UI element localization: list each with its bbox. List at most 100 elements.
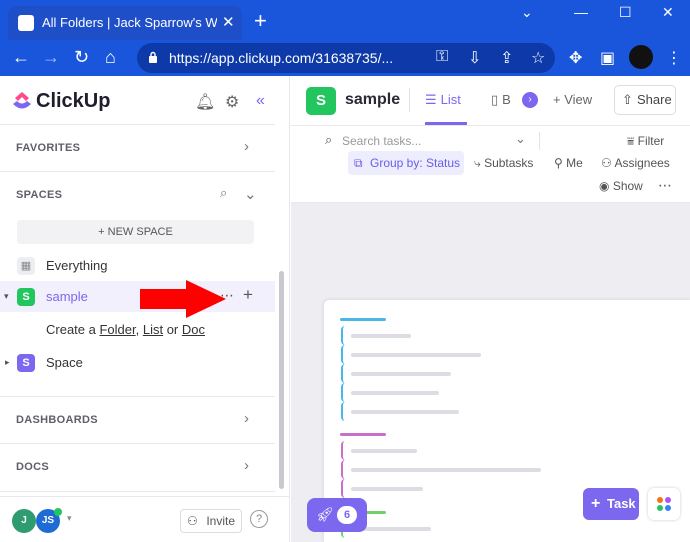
sidebar-item-label: sample xyxy=(46,289,88,304)
table-row xyxy=(341,402,690,421)
maximize-icon[interactable]: ☐ xyxy=(619,4,632,21)
caret-down-icon[interactable]: ▾ xyxy=(4,291,9,302)
tab-label: B xyxy=(502,92,511,107)
subtasks-button[interactable]: ⤷ Subtasks xyxy=(474,156,533,171)
add-view-button[interactable]: + View xyxy=(553,92,592,107)
add-icon: + xyxy=(591,495,601,512)
address-bar[interactable]: https://app.clickup.com/31638735/... xyxy=(137,43,555,73)
key-icon[interactable]: ⚿ xyxy=(436,48,448,66)
show-button[interactable]: ◉ Show xyxy=(599,179,643,193)
lock-icon xyxy=(149,51,157,63)
extensions-icon[interactable]: ✥ xyxy=(569,48,582,68)
profile-avatar[interactable] xyxy=(629,45,653,69)
user-avatar[interactable]: J xyxy=(12,509,36,533)
rocket-button[interactable]: 🚀︎ 6 xyxy=(307,498,367,532)
chrome-menu-icon[interactable]: ⋮ xyxy=(666,48,682,68)
create-prefix: Create a xyxy=(46,322,100,337)
space-avatar: S xyxy=(17,354,35,372)
add-icon[interactable]: + xyxy=(243,285,253,305)
tab-board[interactable]: ▯ B xyxy=(491,92,511,108)
add-task-button[interactable]: + Task xyxy=(583,488,639,520)
sidebar-item-space[interactable]: ▸ S Space xyxy=(0,347,275,378)
create-list-link[interactable]: List xyxy=(143,322,163,337)
users-icon: ⚇ xyxy=(601,156,615,170)
bookmark-star-icon[interactable]: ☆ xyxy=(531,48,545,68)
share-page-icon[interactable]: ⇪ xyxy=(500,48,513,68)
tab-close-icon[interactable]: ✕ xyxy=(222,13,235,31)
invite-button[interactable]: ⚇ Invite xyxy=(180,509,242,533)
gear-icon[interactable]: ⚙ xyxy=(225,92,239,112)
reload-icon[interactable]: ↻ xyxy=(74,47,89,68)
chevron-right-icon: › xyxy=(244,410,249,427)
table-row xyxy=(341,326,690,345)
help-icon[interactable]: ? xyxy=(250,510,268,528)
home-icon[interactable]: ⌂ xyxy=(105,47,116,68)
dashboards-section[interactable]: DASHBOARDS › xyxy=(0,396,275,444)
space-avatar: S xyxy=(17,288,35,306)
more-options-icon[interactable]: ⋯ xyxy=(658,177,672,194)
spaces-section[interactable]: SPACES ⌕ ⌄ xyxy=(0,172,275,220)
search-icon[interactable]: ⌕ xyxy=(220,185,227,201)
back-icon[interactable]: ← xyxy=(12,47,30,68)
tab-search-icon[interactable]: ⌄ xyxy=(521,4,533,21)
space-avatar[interactable]: S xyxy=(306,87,336,115)
share-button[interactable]: ⇧ Share xyxy=(614,85,676,115)
create-folder-link[interactable]: Folder xyxy=(99,322,135,337)
show-label: Show xyxy=(612,179,643,193)
browser-toolbar: ← → ↻ ⌂ https://app.clickup.com/31638735… xyxy=(0,40,690,76)
minimize-icon[interactable]: — xyxy=(574,4,588,20)
create-doc-link[interactable]: Doc xyxy=(182,322,205,337)
table-row xyxy=(341,460,690,479)
board-icon: ▯ xyxy=(491,92,499,107)
browser-tab-title: All Folders | Jack Sparrow's Works xyxy=(42,15,217,30)
share-label: Share xyxy=(637,92,672,107)
rocket-icon: 🚀︎ xyxy=(316,506,334,522)
sidebar-item-label: Everything xyxy=(46,258,108,273)
logo-text: ClickUp xyxy=(36,90,111,112)
apps-button[interactable] xyxy=(648,488,680,520)
table-row xyxy=(341,441,690,460)
group-by-button[interactable]: ⧉ Group by: Status xyxy=(348,151,464,175)
sidebar-item-everything[interactable]: ▦ Everything xyxy=(0,250,275,281)
favorites-section[interactable]: FAVORITES › xyxy=(0,124,275,172)
assignees-button[interactable]: ⚇ Assignees xyxy=(601,156,670,170)
window-close-icon[interactable]: ✕ xyxy=(662,4,674,21)
placeholder-line xyxy=(351,449,417,453)
install-icon[interactable]: ⇩ xyxy=(468,48,481,68)
list-toolbar: ⌕ Search tasks... ⌄ ⩸ Filter ⧉ Group by:… xyxy=(291,126,690,203)
sidebar-scrollbar[interactable] xyxy=(279,271,284,489)
new-space-button[interactable]: + NEW SPACE xyxy=(17,220,254,244)
me-label: Me xyxy=(566,156,583,170)
chevron-down-icon[interactable]: ⌄ xyxy=(244,185,257,203)
caret-right-icon[interactable]: ▸ xyxy=(5,357,10,368)
dashboards-label: DASHBOARDS xyxy=(16,414,98,426)
online-indicator xyxy=(54,508,62,516)
table-row xyxy=(341,364,690,383)
collapse-sidebar-icon[interactable]: « xyxy=(256,92,265,110)
forward-icon[interactable]: → xyxy=(42,47,60,68)
active-tab-indicator xyxy=(425,122,467,125)
search-input[interactable]: Search tasks... xyxy=(342,134,421,148)
page-title[interactable]: sample xyxy=(345,91,400,109)
eye-icon: ◉ xyxy=(599,179,613,193)
filter-button[interactable]: ⩸ Filter xyxy=(627,134,664,149)
new-tab-button[interactable]: + xyxy=(254,8,267,34)
more-views-chevron-icon[interactable]: › xyxy=(522,92,538,108)
subtasks-icon: ⤷ xyxy=(474,156,485,170)
chevron-down-icon[interactable]: ⌄ xyxy=(515,131,526,147)
me-button[interactable]: ⚲ Me xyxy=(554,156,583,170)
chevron-down-icon[interactable]: ▾ xyxy=(67,513,72,524)
table-row xyxy=(341,383,690,402)
clickup-logo-icon xyxy=(13,92,31,109)
subtasks-label: Subtasks xyxy=(484,156,534,170)
red-arrow-annotation xyxy=(140,280,226,318)
table-row xyxy=(341,345,690,364)
docs-section[interactable]: DOCS › xyxy=(0,444,275,492)
bell-icon[interactable]: 🔔︎ xyxy=(195,92,215,112)
browser-tab[interactable]: All Folders | Jack Sparrow's Works ✕ xyxy=(8,6,242,40)
tab-list[interactable]: ☰ List xyxy=(425,92,461,108)
create-folder-prompt: Create a Folder, List or Doc xyxy=(46,322,205,337)
header-bar: S sample ☰ List ▯ B › + View ⇧ Share xyxy=(291,76,690,126)
sidebar-item-sample[interactable]: ▾ S sample ⋯ + xyxy=(0,281,275,312)
side-panel-icon[interactable]: ▣ xyxy=(600,48,615,68)
